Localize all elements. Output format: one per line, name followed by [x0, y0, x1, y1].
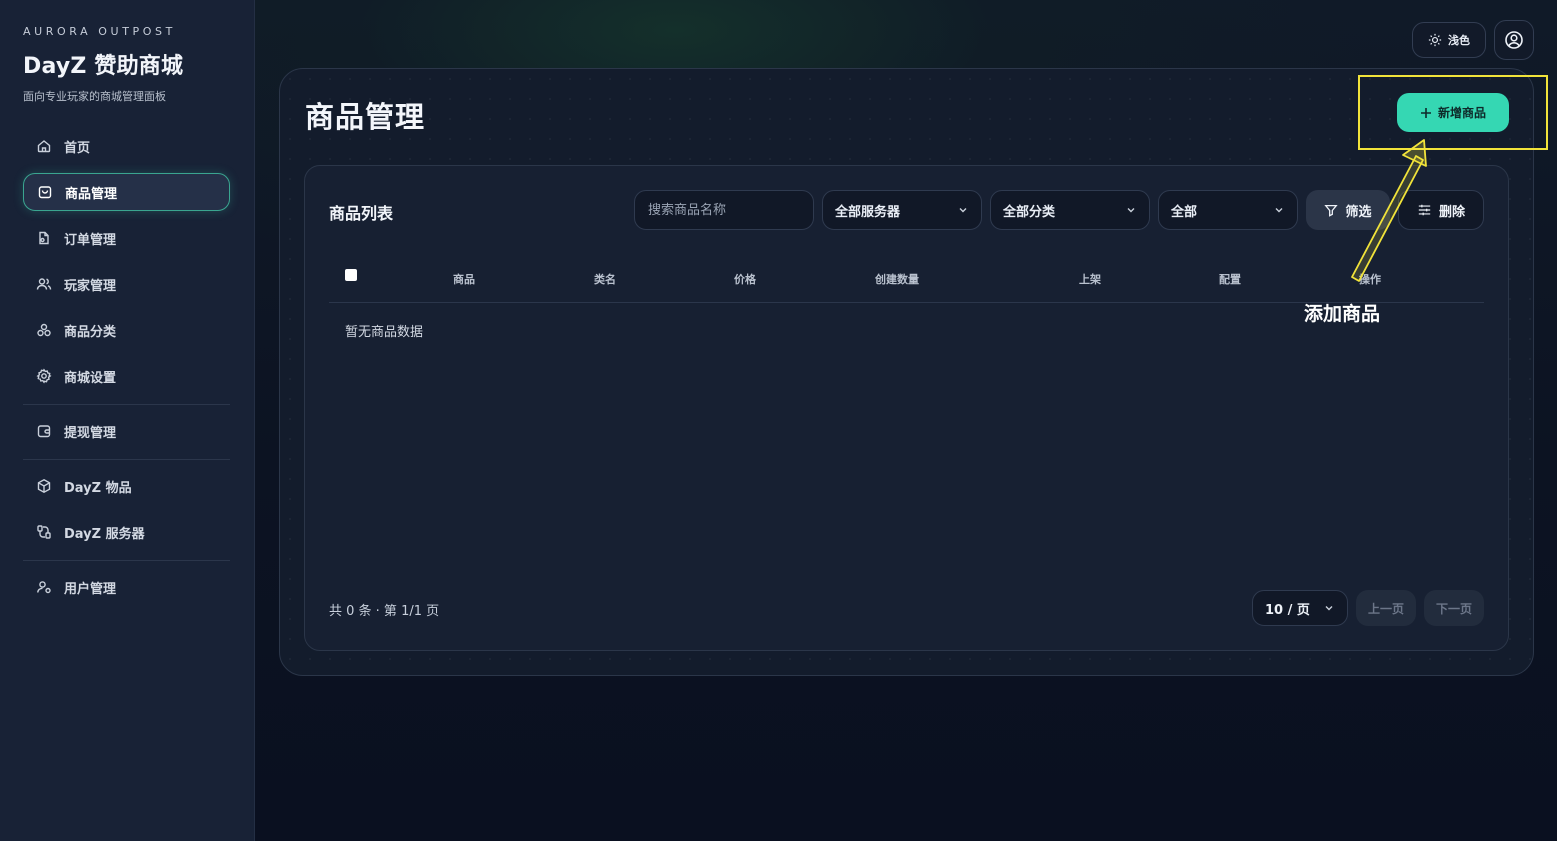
sidebar-item-dayz-items[interactable]: DayZ 物品 — [23, 467, 230, 505]
filter-button[interactable]: 筛选 — [1306, 190, 1390, 230]
gear-icon — [36, 368, 52, 384]
chevron-down-icon — [957, 204, 969, 216]
list-title: 商品列表 — [329, 204, 394, 223]
sidebar-item-products[interactable]: 商品管理 — [23, 173, 230, 211]
home-icon — [36, 138, 52, 154]
sidebar-item-label: 首页 — [64, 140, 91, 156]
page-title: 商品管理 — [305, 100, 426, 134]
filter-icon — [1324, 203, 1339, 217]
sidebar-item-label: 订单管理 — [64, 232, 117, 248]
category-select-value: 全部分类 — [1003, 204, 1056, 220]
sidebar-divider — [23, 404, 230, 405]
status-select-value: 全部 — [1171, 204, 1198, 220]
sidebar-item-settings[interactable]: 商城设置 — [23, 357, 230, 395]
column-header-listed: 上架 — [1079, 273, 1101, 286]
sidebar-item-label: 提现管理 — [64, 425, 117, 441]
sidebar-item-withdrawals[interactable]: 提现管理 — [23, 412, 230, 450]
sidebar-item-users[interactable]: 用户管理 — [23, 568, 230, 606]
category-select[interactable]: 全部分类 — [990, 190, 1150, 230]
wallet-icon — [36, 423, 52, 439]
pagination-info: 共 0 条 · 第 1/1 页 — [329, 604, 440, 619]
user-manage-icon — [36, 579, 52, 595]
select-all-checkbox[interactable] — [345, 269, 357, 281]
delete-button[interactable]: 删除 — [1398, 190, 1484, 230]
sidebar-item-label: DayZ 物品 — [64, 480, 132, 496]
chevron-down-icon — [1273, 204, 1285, 216]
annotation-label: 添加商品 — [1304, 303, 1381, 325]
chevron-down-icon — [1125, 204, 1137, 216]
sidebar-item-label: 商品分类 — [64, 324, 117, 340]
sidebar-divider — [23, 560, 230, 561]
theme-label: 浅色 — [1448, 34, 1470, 47]
box-icon — [36, 478, 52, 494]
sidebar: AURORA OUTPOST DayZ 赞助商城 面向专业玩家的商城管理面板 首… — [0, 0, 255, 841]
annotation-highlight-box — [1358, 75, 1548, 150]
server-icon — [36, 524, 52, 540]
prev-page-button[interactable]: 上一页 — [1356, 590, 1416, 626]
column-header-quantity: 创建数量 — [875, 273, 919, 286]
column-header-config: 配置 — [1219, 273, 1241, 286]
sun-icon — [1428, 33, 1442, 47]
page-size-select[interactable]: 10 / 页 — [1252, 590, 1348, 626]
server-select[interactable]: 全部服务器 — [822, 190, 982, 230]
next-page-button[interactable]: 下一页 — [1424, 590, 1484, 626]
status-select[interactable]: 全部 — [1158, 190, 1298, 230]
sidebar-item-categories[interactable]: 商品分类 — [23, 311, 230, 349]
column-header-product: 商品 — [453, 273, 475, 286]
sidebar-item-orders[interactable]: 订单管理 — [23, 219, 230, 257]
delete-label: 删除 — [1438, 204, 1465, 220]
column-header-classname: 类名 — [594, 273, 616, 286]
sidebar-item-label: 商城设置 — [64, 370, 117, 386]
user-menu-button[interactable] — [1494, 20, 1534, 60]
sidebar-item-label: DayZ 服务器 — [64, 526, 145, 542]
product-list-panel — [304, 165, 1509, 651]
sidebar-item-label: 用户管理 — [64, 581, 117, 597]
sidebar-item-players[interactable]: 玩家管理 — [23, 265, 230, 303]
column-header-actions: 操作 — [1359, 273, 1381, 286]
column-header-price: 价格 — [734, 273, 756, 286]
sidebar-item-label: 商品管理 — [65, 186, 118, 202]
server-select-value: 全部服务器 — [835, 204, 901, 220]
brand-tagline: AURORA OUTPOST — [23, 25, 176, 38]
theme-toggle-button[interactable]: 浅色 — [1412, 22, 1486, 58]
users-icon — [36, 276, 52, 292]
search-input[interactable] — [634, 190, 814, 230]
chevron-down-icon — [1323, 602, 1335, 614]
sidebar-item-home[interactable]: 首页 — [23, 127, 230, 165]
sidebar-divider — [23, 459, 230, 460]
brand-subtitle: 面向专业玩家的商城管理面板 — [23, 90, 166, 103]
page-size-value: 10 / 页 — [1265, 602, 1310, 618]
sliders-icon — [1417, 203, 1432, 217]
brand-title: DayZ 赞助商城 — [23, 54, 184, 79]
sidebar-item-label: 玩家管理 — [64, 278, 117, 294]
filter-label: 筛选 — [1345, 204, 1372, 220]
sidebar-item-dayz-servers[interactable]: DayZ 服务器 — [23, 513, 230, 551]
order-icon — [36, 230, 52, 246]
user-avatar-icon — [1504, 30, 1524, 50]
bag-icon — [37, 184, 53, 200]
category-icon — [36, 322, 52, 338]
empty-state-text: 暂无商品数据 — [345, 325, 424, 340]
